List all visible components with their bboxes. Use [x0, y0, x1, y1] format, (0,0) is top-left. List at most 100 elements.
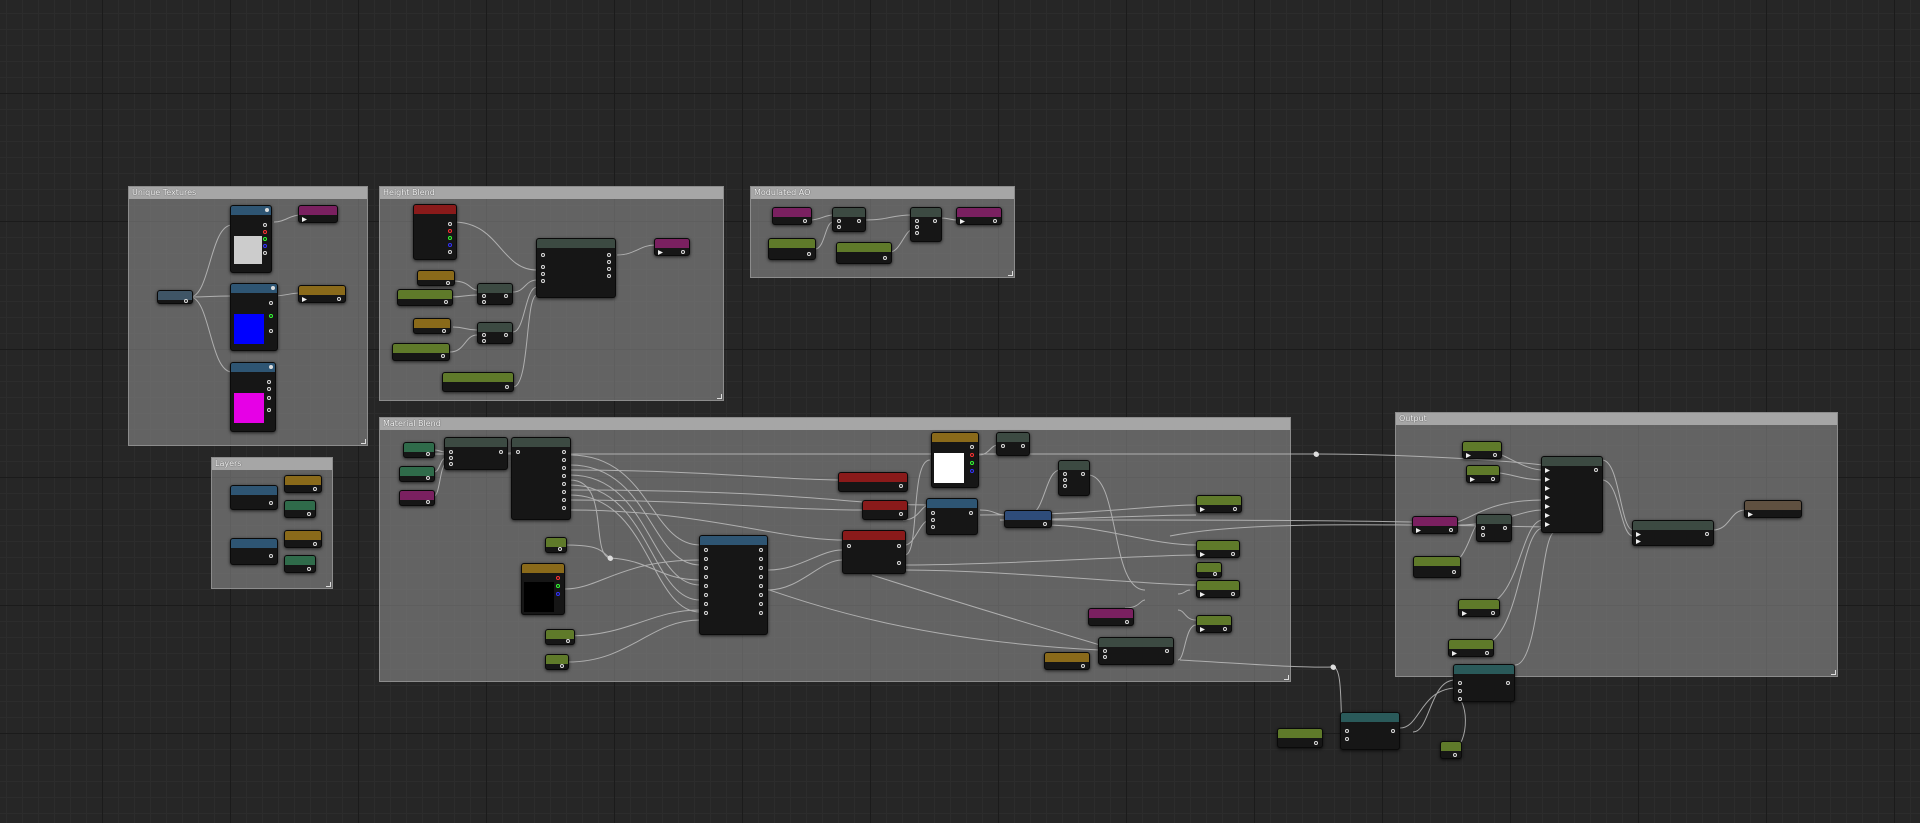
input-pin[interactable] [1200, 627, 1205, 632]
material-graph-canvas[interactable]: Unique Textures Height Blend Modulated A… [0, 0, 1920, 823]
output-pin[interactable] [307, 567, 311, 571]
output-pin-g[interactable] [263, 237, 267, 241]
output-pin-rgb[interactable] [269, 301, 273, 305]
node-vector-param-white[interactable] [931, 432, 979, 488]
reroute-node[interactable] [608, 556, 613, 561]
input-pin-3[interactable] [1458, 697, 1462, 701]
output-pin[interactable] [307, 512, 311, 516]
output-pin-a[interactable] [448, 250, 452, 254]
node-height-scalar-2[interactable] [392, 343, 450, 361]
node-mb-out-5[interactable] [1196, 615, 1232, 633]
node-ao-lerp[interactable] [910, 207, 942, 242]
input-pin-alpha[interactable] [915, 231, 919, 235]
node-texture-sample-ao[interactable] [230, 205, 272, 273]
input-pin-4[interactable] [1545, 495, 1550, 500]
resize-handle[interactable] [326, 582, 331, 587]
output-pin[interactable] [560, 664, 564, 668]
input-pin-1[interactable] [704, 548, 708, 552]
output-pin-2[interactable] [759, 557, 763, 561]
output-pin[interactable] [184, 299, 188, 303]
input-pin-3[interactable] [449, 462, 453, 466]
node-mb-reroute-2[interactable] [399, 466, 435, 482]
input-pin-3[interactable] [541, 272, 545, 276]
output-pin-g[interactable] [267, 396, 271, 400]
node-height-param-1[interactable] [417, 270, 455, 286]
input-pin-6[interactable] [704, 593, 708, 597]
node-mb-reroute-3[interactable] [399, 490, 435, 506]
output-pin-6[interactable] [562, 490, 566, 494]
node-ao-power[interactable] [832, 207, 866, 232]
output-pin-a[interactable] [263, 251, 267, 255]
input-pin[interactable] [1462, 611, 1467, 616]
node-make-attributes[interactable] [1541, 456, 1603, 533]
input-pin-2[interactable] [1345, 737, 1349, 741]
comment-title[interactable]: Material Blend [380, 418, 1290, 430]
output-pin[interactable] [269, 501, 273, 505]
node-mb-out-3[interactable] [1196, 562, 1222, 578]
node-multiply-2[interactable] [477, 322, 513, 344]
node-layer-input-1[interactable] [230, 485, 278, 510]
output-pin[interactable] [426, 452, 430, 456]
node-mb-reroute-1[interactable] [403, 442, 435, 458]
output-pin-5[interactable] [759, 584, 763, 588]
comment-title[interactable]: Unique Textures [129, 187, 367, 199]
output-pin-r[interactable] [970, 453, 974, 457]
node-out-param-2[interactable] [1466, 465, 1500, 483]
output-pin-r[interactable] [267, 387, 271, 391]
input-pin-2[interactable] [541, 265, 545, 269]
resize-handle[interactable] [1284, 675, 1289, 680]
input-pin-5[interactable] [704, 584, 708, 588]
input-pin[interactable] [1748, 512, 1753, 517]
output-pin-rgb[interactable] [970, 445, 974, 449]
output-pin[interactable] [681, 250, 685, 254]
comment-modulated-ao[interactable]: Modulated AO [750, 186, 1015, 278]
node-object-position[interactable] [838, 472, 908, 492]
output-pin[interactable] [504, 294, 508, 298]
node-texture-black[interactable] [521, 563, 565, 615]
node-break-attributes-2[interactable] [511, 437, 571, 520]
input-pin[interactable] [302, 217, 307, 222]
output-pin[interactable] [883, 256, 887, 260]
node-named-reroute-ao[interactable] [298, 205, 338, 223]
output-pin[interactable] [993, 219, 997, 223]
node-material-layer-blend[interactable] [699, 535, 768, 635]
output-pin[interactable] [1223, 627, 1227, 631]
input-pin[interactable] [1200, 552, 1205, 557]
node-layer-input-2[interactable] [230, 538, 278, 565]
output-pin-7[interactable] [759, 602, 763, 606]
node-break-attributes-1[interactable] [444, 437, 508, 470]
input-pin-1[interactable] [931, 511, 935, 515]
output-pin-g[interactable] [448, 236, 452, 240]
output-pin-2[interactable] [607, 260, 611, 264]
node-height-scalar-3[interactable] [442, 372, 514, 392]
node-uv-coordinate[interactable] [157, 290, 193, 304]
input-pin-1[interactable] [1636, 532, 1641, 537]
output-pin[interactable] [442, 329, 446, 333]
output-pin[interactable] [313, 542, 317, 546]
node-height-lerp-function[interactable] [536, 238, 616, 298]
node-world-aligned-blend[interactable] [926, 498, 978, 535]
node-out-ao-reroute[interactable] [1412, 516, 1458, 534]
input-pin[interactable] [1470, 477, 1475, 482]
input-pin-b[interactable] [1063, 478, 1067, 482]
node-multiply-1[interactable] [477, 283, 513, 305]
node-mb-out-4[interactable] [1196, 580, 1240, 598]
output-pin[interactable] [426, 500, 430, 504]
node-named-reroute-normal[interactable] [298, 285, 346, 303]
node-mb-scalar-out[interactable] [1044, 652, 1090, 670]
output-pin-1[interactable] [562, 450, 566, 454]
node-mb-out-1[interactable] [1196, 495, 1242, 513]
output-pin-b[interactable] [897, 561, 901, 565]
reroute-node[interactable] [1314, 452, 1319, 457]
output-pin-2[interactable] [562, 458, 566, 462]
node-mb-reroute-6[interactable] [545, 654, 569, 670]
node-mb-reroute-4[interactable] [545, 537, 567, 553]
input-pin-2[interactable] [1458, 689, 1462, 693]
node-material-output[interactable] [1744, 500, 1802, 518]
node-height-scalar-1[interactable] [397, 289, 453, 306]
input-pin-b[interactable] [482, 339, 486, 343]
output-pin-g[interactable] [556, 584, 560, 588]
input-pin-b[interactable] [1481, 533, 1485, 537]
node-texture-sample-normal[interactable] [230, 283, 278, 351]
input-pin-b[interactable] [482, 300, 486, 304]
